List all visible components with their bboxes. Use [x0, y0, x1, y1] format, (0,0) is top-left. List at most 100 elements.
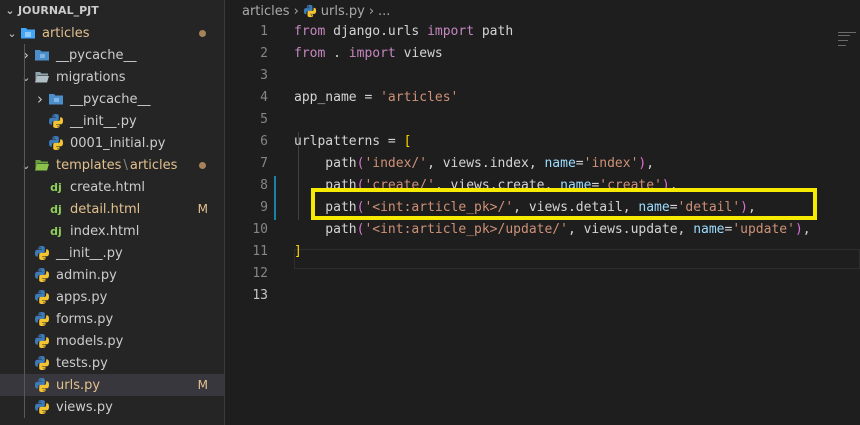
python-file-icon — [48, 135, 64, 151]
code-line[interactable]: 6 urlpatterns = [ — [226, 131, 860, 153]
code-token: ) — [794, 222, 803, 237]
code-token: , — [802, 222, 811, 237]
code-line[interactable]: 12 — [226, 263, 860, 285]
minimap[interactable] — [836, 22, 860, 62]
code-token: app_name = — [294, 90, 381, 105]
code-editor[interactable]: 1 from django.urls import path 2 from . imp… — [226, 22, 860, 425]
tree-item[interactable]: models.py — [0, 330, 224, 352]
code-token: path — [474, 24, 514, 39]
python-file-icon — [34, 399, 50, 415]
chevron-right-icon: › — [293, 3, 299, 19]
code-text: ] — [294, 241, 302, 263]
code-token: '<int:article_pk>/update/' — [364, 222, 568, 237]
tree-item[interactable]: dj detail.html M — [0, 198, 224, 220]
python-file-icon — [48, 113, 64, 129]
line-number: 3 — [260, 68, 268, 83]
python-file-icon — [34, 355, 50, 371]
tree-item[interactable]: dj index.html — [0, 220, 224, 242]
django-file-icon: dj — [50, 180, 62, 194]
tree-item[interactable]: __init__.py — [0, 242, 224, 264]
code-line[interactable]: 3 — [226, 65, 860, 87]
code-token: urlpatterns = — [294, 134, 404, 149]
code-line[interactable]: 4 app_name = 'articles' — [226, 87, 860, 109]
code-text: urlpatterns = [ — [294, 131, 411, 153]
tree-item[interactable]: ⌄ migrations — [0, 66, 224, 88]
line-number: 4 — [260, 90, 268, 105]
code-line[interactable]: 10 path('<int:article_pk>/update/', view… — [226, 219, 860, 241]
line-number: 10 — [252, 222, 268, 237]
code-line[interactable]: 2 from . import views — [226, 43, 860, 65]
code-line[interactable]: 13 — [226, 285, 860, 307]
tree-item[interactable]: › __pycache__ — [0, 88, 224, 110]
tree-item-label: apps.py — [56, 289, 108, 305]
tree-item-label: articles — [129, 157, 178, 173]
tree-indent-guide — [24, 44, 25, 418]
git-changes-dot — [199, 162, 206, 169]
breadcrumb-more[interactable]: ... — [378, 4, 390, 19]
tree-item[interactable]: views.py — [0, 396, 224, 418]
code-token: , views.index, — [427, 156, 545, 171]
chevron-down-icon: ⌄ — [5, 4, 15, 17]
code-line[interactable]: 7 path('index/', views.index, name='inde… — [226, 153, 860, 175]
chevron-down-icon[interactable]: ⌄ — [4, 27, 20, 40]
tree-item[interactable]: __init__.py — [0, 110, 224, 132]
line-number: 6 — [260, 134, 268, 149]
code-text: app_name = 'articles' — [294, 87, 458, 109]
python-file-icon — [34, 289, 50, 305]
python-file-icon — [34, 333, 50, 349]
code-token: views — [395, 46, 443, 61]
tree-item[interactable]: forms.py — [0, 308, 224, 330]
tree-item[interactable]: 0001_initial.py — [0, 132, 224, 154]
python-file-icon — [303, 4, 317, 18]
explorer-section-header[interactable]: ⌄ JOURNAL_PJT — [0, 0, 224, 22]
code-token: import — [427, 24, 475, 39]
chevron-right-icon[interactable]: › — [18, 46, 34, 64]
chevron-down-icon[interactable]: ⌄ — [18, 159, 34, 172]
path-separator: \ — [123, 157, 128, 173]
code-line[interactable]: 1 from django.urls import path — [226, 21, 860, 43]
breadcrumb-folder[interactable]: articles — [242, 4, 290, 19]
code-token: , — [646, 156, 655, 171]
code-token: [ — [403, 134, 412, 149]
code-text: from django.urls import path — [294, 21, 513, 43]
code-token: 'index' — [583, 156, 639, 171]
code-token: ] — [294, 244, 302, 259]
code-token: django.urls — [325, 24, 428, 39]
tree-item-label: articles — [42, 25, 90, 41]
code-token: from — [294, 24, 326, 39]
python-file-icon — [34, 267, 50, 283]
line-number: 11 — [252, 244, 268, 259]
python-file-icon — [34, 377, 50, 393]
tree-item[interactable]: urls.py M — [0, 374, 224, 396]
chevron-right-icon[interactable]: › — [32, 90, 48, 108]
tree-item[interactable]: admin.py — [0, 264, 224, 286]
chevron-down-icon[interactable]: ⌄ — [18, 71, 34, 84]
tree-item[interactable]: dj create.html — [0, 176, 224, 198]
folder-open-icon — [34, 157, 50, 173]
code-line[interactable]: 5 — [226, 109, 860, 131]
django-file-icon: dj — [50, 202, 62, 216]
tree-item-label: __pycache__ — [70, 91, 151, 107]
tree-item-label: detail.html — [70, 201, 141, 217]
explorer-sidebar: ⌄ JOURNAL_PJT ⌄ articles › __pycache__ ⌄ migr… — [0, 0, 225, 425]
tree-item-label: views.py — [56, 399, 113, 415]
tree-item[interactable]: tests.py — [0, 352, 224, 374]
line-number: 8 — [260, 178, 268, 193]
tree-item-label: index.html — [70, 223, 140, 239]
breadcrumb-file[interactable]: urls.py — [321, 4, 365, 19]
django-file-icon: dj — [50, 224, 62, 238]
tree-item[interactable]: ⌄ templates \ articles — [0, 154, 224, 176]
git-modified-badge: M — [197, 378, 208, 392]
tree-item-label: tests.py — [56, 355, 108, 371]
tree-item-label: urls.py — [56, 377, 101, 393]
code-line[interactable]: 11] — [226, 241, 860, 263]
tree-item-label: __pycache__ — [56, 47, 137, 63]
code-text: path('index/', views.index, name='index'… — [294, 153, 654, 175]
tree-item[interactable]: › __pycache__ — [0, 44, 224, 66]
code-token: name — [544, 156, 576, 171]
tree-item[interactable]: apps.py — [0, 286, 224, 308]
tree-item-label: __init__.py — [56, 245, 123, 261]
folder-open-icon — [34, 69, 50, 85]
tree-item[interactable]: ⌄ articles — [0, 22, 224, 44]
code-text: path('<int:article_pk>/update/', views.u… — [294, 219, 811, 241]
